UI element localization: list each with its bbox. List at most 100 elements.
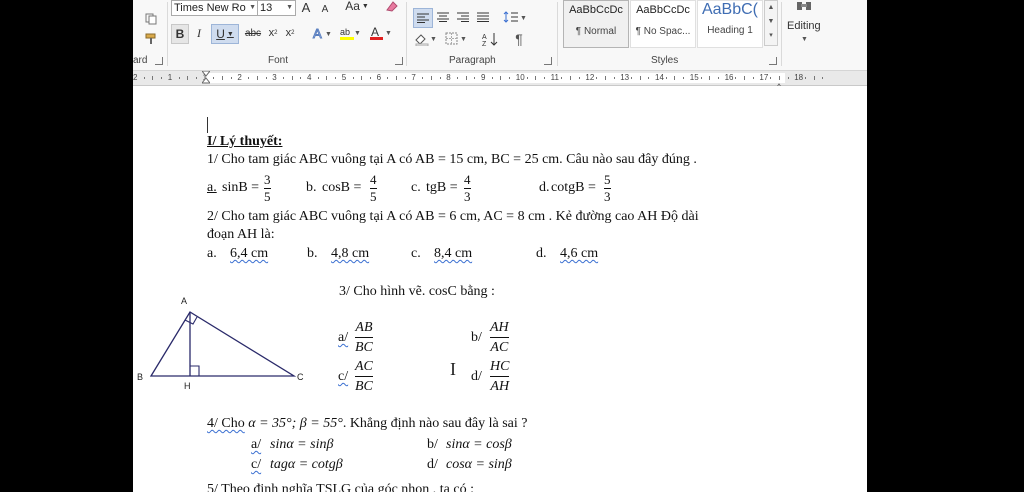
styles-launcher-icon[interactable] (769, 57, 777, 65)
q1-option-c-fraction: 43 (464, 173, 471, 204)
horizontal-ruler[interactable]: 2 1 1 2 3 4 5 6 7 8 9 10 11 12 13 14 15 16 17 18 (133, 70, 867, 91)
ruler-tick (178, 77, 180, 79)
numerator: 4 (370, 172, 377, 187)
q4-option-b-expr: sinα = cosβ (446, 437, 512, 452)
font-group-label: Font (268, 55, 289, 66)
align-right-button[interactable] (454, 8, 472, 26)
highlight-color-icon[interactable]: ab ▼ (338, 24, 362, 42)
subscript-button[interactable]: x2 (266, 24, 280, 42)
ruler-tick (735, 77, 737, 79)
italic-button[interactable]: I (191, 24, 207, 42)
ruler-number: 11 (550, 73, 559, 82)
format-painter-icon[interactable] (143, 30, 159, 48)
ruler-tick (709, 76, 711, 80)
document-page[interactable]: I/ Lý thuyết: 1/ Cho tam giác ABC vuông … (133, 86, 867, 492)
word-window: ard Times New Ro ▼ 13 ▼ A A Aa ▼ B I U ▼ abc… (133, 0, 867, 492)
ruler-tick (491, 77, 493, 79)
shading-icon[interactable]: ▼ (413, 30, 439, 48)
style-no-spacing[interactable]: AaBbCcDc ¶ No Spac... (630, 0, 696, 48)
paragraph-launcher-icon[interactable] (544, 57, 552, 65)
clipboard-launcher-icon[interactable] (155, 57, 163, 65)
q4-option-c-label: c/ (251, 457, 262, 472)
change-case-label: Aa (345, 0, 360, 13)
ruler-tick (317, 77, 319, 79)
ruler-tick (222, 76, 223, 80)
denominator: BC (355, 340, 373, 355)
style-normal[interactable]: AaBbCcDc ¶ Normal (563, 0, 629, 48)
q1-option-b-label: b. (306, 180, 317, 195)
copy-icon[interactable] (143, 10, 159, 28)
ruler-number: 15 (689, 73, 699, 82)
pilcrow-icon[interactable]: ¶ (511, 30, 527, 48)
ruler-number: 3 (272, 73, 277, 82)
right-indent-marker-icon[interactable] (774, 77, 784, 91)
denominator: 3 (604, 189, 611, 204)
align-center-button[interactable] (434, 8, 452, 26)
q2-option-c-value: 8,4 cm (434, 246, 473, 261)
denominator: AC (490, 340, 509, 355)
ruler-tick (335, 77, 337, 79)
numerator: AH (490, 320, 509, 335)
q1-option-a-fraction: 35 (264, 173, 271, 204)
superscript-button[interactable]: x2 (283, 24, 297, 42)
style-name: ¶ Normal (575, 26, 617, 37)
bold-button[interactable]: B (171, 24, 189, 44)
underline-label: U (216, 27, 225, 41)
vertex-c-label: C (297, 372, 304, 382)
ruler-number: 2 (237, 73, 242, 82)
clipboard-group-label: ard (133, 55, 148, 66)
borders-icon[interactable]: ▼ (444, 30, 470, 48)
ruler-number: 18 (794, 73, 804, 82)
binoculars-icon[interactable] (793, 0, 815, 14)
svg-text:▼: ▼ (460, 36, 467, 43)
question-2-line-1: 2/ Cho tam giác ABC vuông tại A có AB = … (207, 209, 699, 224)
ruler-number: 7 (411, 73, 416, 82)
paragraph-group-label: Paragraph (449, 55, 496, 66)
align-left-button[interactable] (413, 8, 433, 28)
svg-text:ab: ab (340, 27, 350, 37)
ruler-number: 14 (655, 73, 664, 82)
numerator: 4 (464, 172, 471, 187)
ruler-tick (744, 76, 745, 80)
q3-option-d-label: d/ (471, 369, 482, 384)
line-spacing-icon[interactable]: ▼ (502, 8, 528, 26)
ruler-tick (596, 77, 598, 79)
q3-option-d-fraction: HC AH (490, 358, 510, 395)
ruler-number: 16 (724, 73, 734, 82)
grow-font-button[interactable]: A (299, 0, 313, 16)
shrink-font-button[interactable]: A (319, 0, 331, 18)
svg-text:A: A (482, 34, 487, 41)
style-heading-1[interactable]: AaBbC( Heading 1 (697, 0, 763, 48)
justify-button[interactable] (474, 8, 492, 26)
ruler-tick (604, 76, 606, 80)
text-cursor (207, 117, 208, 133)
numerator: 5 (604, 172, 611, 187)
font-color-button[interactable]: A ▼ (368, 24, 392, 42)
ruler-tick (256, 76, 258, 80)
underline-button[interactable]: U ▼ (211, 24, 239, 44)
styles-scroll[interactable]: ▲ ▼ ▾ (764, 0, 778, 46)
denominator: BC (355, 379, 373, 394)
ruler-tick (387, 77, 389, 79)
section-heading: I/ Lý thuyết: (207, 134, 283, 149)
font-name-box[interactable]: Times New Ro ▼ (171, 0, 259, 16)
ruler-tick (665, 77, 667, 79)
ruler-tick (422, 77, 424, 79)
font-size-box[interactable]: 13 ▼ (257, 0, 296, 16)
ruler-tick (326, 76, 328, 80)
strikethrough-button[interactable]: abc (243, 24, 263, 42)
ruler-tick (282, 77, 284, 79)
ruler-tick (535, 76, 537, 80)
q2-option-d-label: d. (536, 246, 547, 261)
font-launcher-icon[interactable] (395, 57, 403, 65)
sort-icon[interactable]: AZ (481, 30, 501, 48)
text-effects-icon[interactable]: A ▼ (311, 24, 333, 42)
clear-formatting-icon[interactable] (385, 0, 399, 15)
editing-button[interactable]: Editing (787, 20, 821, 32)
q1-option-b-func: cosB = (322, 180, 362, 195)
ruler-tick (543, 77, 545, 79)
q3-option-c-fraction: AC BC (355, 358, 373, 395)
change-case-button[interactable]: Aa ▼ (344, 0, 370, 15)
ruler-number: 1 (167, 73, 173, 82)
indent-marker-icon[interactable] (200, 70, 212, 85)
